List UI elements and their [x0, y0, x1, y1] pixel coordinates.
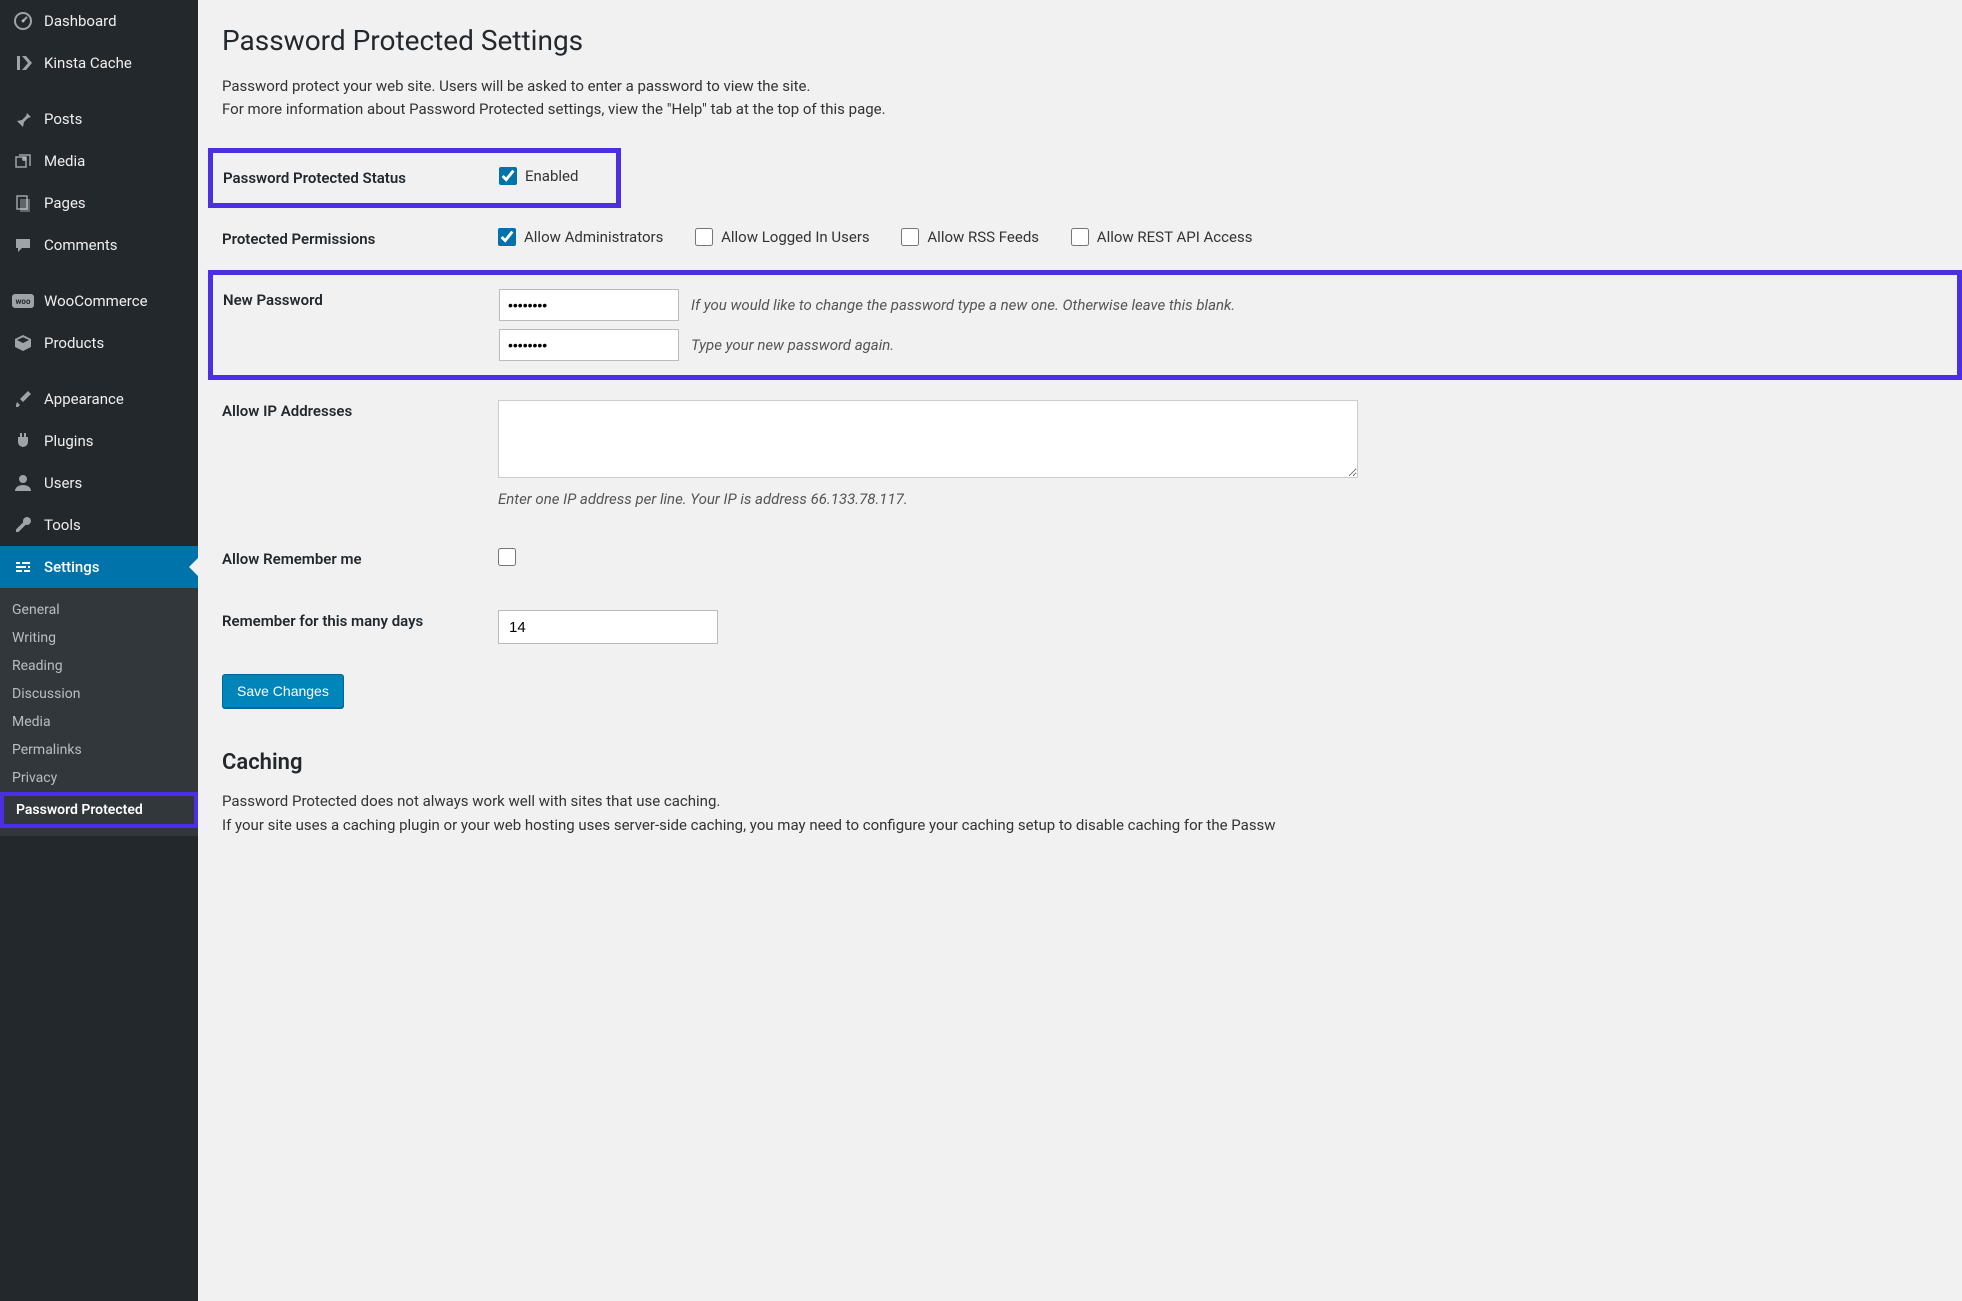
sidebar-item-label: Appearance [44, 390, 124, 408]
field-description: If you would like to change the password… [691, 296, 1235, 314]
submenu-item-privacy[interactable]: Privacy [0, 764, 198, 792]
page-title: Password Protected Settings [222, 24, 1942, 57]
submenu-item-discussion[interactable]: Discussion [0, 680, 198, 708]
new-password-input[interactable] [499, 289, 679, 321]
checkbox-allow-rest[interactable]: Allow REST API Access [1071, 228, 1253, 246]
sidebar-item-label: Tools [44, 516, 81, 534]
caching-line: Password Protected does not always work … [222, 789, 1942, 813]
comment-icon [12, 234, 34, 256]
admin-sidebar: Dashboard Kinsta Cache Posts Media Pages… [0, 0, 198, 1301]
plug-icon [12, 430, 34, 452]
checkbox-label: Allow Logged In Users [721, 228, 870, 246]
confirm-password-input[interactable] [499, 329, 679, 361]
save-changes-button[interactable]: Save Changes [222, 674, 344, 708]
intro-text: Password protect your web site. Users wi… [222, 75, 1942, 120]
checkbox-label: Allow RSS Feeds [927, 228, 1039, 246]
sidebar-item-plugins[interactable]: Plugins [0, 420, 198, 462]
checkbox-allow-rest-input[interactable] [1071, 228, 1089, 246]
field-label: Allow Remember me [222, 548, 498, 568]
checkbox-label: Enabled [525, 167, 578, 185]
wrench-icon [12, 514, 34, 536]
intro-line: Password protect your web site. Users wi… [222, 75, 1942, 98]
sliders-icon [12, 556, 34, 578]
checkbox-allow-logged-in-input[interactable] [695, 228, 713, 246]
sidebar-item-settings[interactable]: Settings [0, 546, 198, 588]
allow-ip-textarea[interactable] [498, 400, 1358, 478]
woo-icon: woo [12, 290, 34, 312]
submenu-item-writing[interactable]: Writing [0, 624, 198, 652]
sidebar-item-products[interactable]: Products [0, 322, 198, 364]
sidebar-item-label: Comments [44, 236, 118, 254]
sidebar-item-comments[interactable]: Comments [0, 224, 198, 266]
sidebar-item-tools[interactable]: Tools [0, 504, 198, 546]
submenu-item-reading[interactable]: Reading [0, 652, 198, 680]
intro-line: For more information about Password Prot… [222, 98, 1942, 121]
checkbox-allow-remember[interactable] [498, 548, 516, 566]
field-label: Protected Permissions [222, 228, 498, 248]
row-new-password: New Password If you would like to change… [208, 270, 1962, 380]
submenu-item-password-protected[interactable]: Password Protected [0, 792, 198, 828]
field-label: New Password [223, 289, 499, 309]
caching-text: Password Protected does not always work … [222, 789, 1942, 837]
caching-heading: Caching [222, 750, 1942, 775]
sidebar-item-appearance[interactable]: Appearance [0, 378, 198, 420]
settings-submenu: General Writing Reading Discussion Media… [0, 588, 198, 836]
submenu-item-general[interactable]: General [0, 596, 198, 624]
sidebar-item-label: WooCommerce [44, 292, 148, 310]
row-password-status: Password Protected Status Enabled [208, 148, 621, 208]
svg-text:woo: woo [16, 297, 31, 306]
gauge-icon [12, 10, 34, 32]
sidebar-item-label: Media [44, 152, 85, 170]
sidebar-item-label: Posts [44, 110, 82, 128]
sidebar-item-label: Dashboard [44, 12, 117, 30]
media-icon [12, 150, 34, 172]
sidebar-item-woocommerce[interactable]: woo WooCommerce [0, 280, 198, 322]
sidebar-item-label: Products [44, 334, 104, 352]
checkbox-label: Allow REST API Access [1097, 228, 1253, 246]
submenu-item-permalinks[interactable]: Permalinks [0, 736, 198, 764]
field-description: Type your new password again. [691, 336, 894, 354]
remember-days-input[interactable] [498, 610, 718, 644]
sidebar-item-label: Plugins [44, 432, 93, 450]
sidebar-item-posts[interactable]: Posts [0, 98, 198, 140]
field-label: Remember for this many days [222, 610, 498, 630]
checkbox-allow-rss-input[interactable] [901, 228, 919, 246]
submenu-item-media[interactable]: Media [0, 708, 198, 736]
pin-icon [12, 108, 34, 130]
sidebar-item-pages[interactable]: Pages [0, 182, 198, 224]
checkbox-allow-admins[interactable]: Allow Administrators [498, 228, 663, 246]
checkbox-allow-admins-input[interactable] [498, 228, 516, 246]
brush-icon [12, 388, 34, 410]
checkbox-label: Allow Administrators [524, 228, 663, 246]
sidebar-item-label: Settings [44, 558, 100, 576]
user-icon [12, 472, 34, 494]
field-description: Enter one IP address per line. Your IP i… [498, 490, 1942, 508]
sidebar-item-kinsta-cache[interactable]: Kinsta Cache [0, 42, 198, 84]
row-remember-days: Remember for this many days [222, 590, 1942, 664]
checkbox-enabled-input[interactable] [499, 167, 517, 185]
checkbox-allow-logged-in[interactable]: Allow Logged In Users [695, 228, 870, 246]
field-label: Password Protected Status [223, 167, 499, 187]
settings-page: Password Protected Settings Password pro… [198, 0, 1962, 1301]
checkbox-enabled[interactable]: Enabled [499, 167, 578, 185]
kinsta-icon [12, 52, 34, 74]
row-allow-remember: Allow Remember me [222, 528, 1942, 590]
sidebar-item-label: Kinsta Cache [44, 54, 132, 72]
row-allow-ip: Allow IP Addresses Enter one IP address … [222, 380, 1942, 528]
sidebar-item-dashboard[interactable]: Dashboard [0, 0, 198, 42]
sidebar-item-label: Pages [44, 194, 86, 212]
pages-icon [12, 192, 34, 214]
sidebar-item-label: Users [44, 474, 82, 492]
box-icon [12, 332, 34, 354]
sidebar-item-media[interactable]: Media [0, 140, 198, 182]
field-label: Allow IP Addresses [222, 400, 498, 420]
row-protected-permissions: Protected Permissions Allow Administrato… [222, 208, 1942, 270]
checkbox-allow-rss[interactable]: Allow RSS Feeds [901, 228, 1039, 246]
sidebar-item-users[interactable]: Users [0, 462, 198, 504]
caching-line: If your site uses a caching plugin or yo… [222, 813, 1942, 837]
